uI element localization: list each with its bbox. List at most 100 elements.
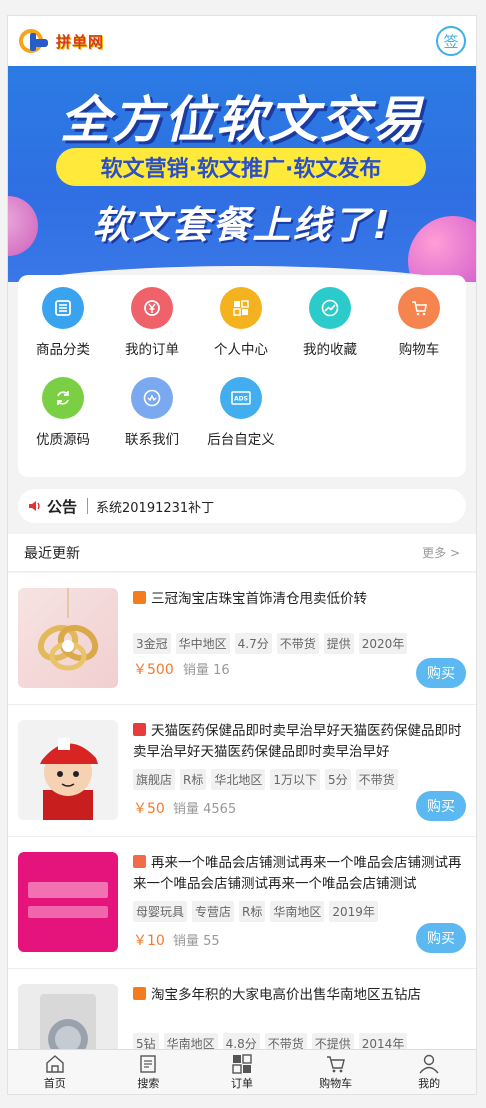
menu-item-favorites[interactable]: 我的收藏: [285, 287, 375, 358]
menu-item-admin[interactable]: ADS 后台自定义: [196, 377, 286, 448]
recent-title: 最近更新: [24, 545, 80, 562]
menu-label: 我的收藏: [303, 342, 357, 358]
notice-divider: [87, 498, 89, 514]
sign-in-button[interactable]: 签: [436, 26, 466, 56]
product-image: [18, 852, 118, 952]
item-sales: 销量 16: [183, 663, 230, 678]
app-screen: 拼单网 签 全方位软文交易 软文营销·软文推广·软文发布 软文套餐上线了! 商品…: [7, 15, 477, 1095]
banner-headline: 全方位软文交易: [60, 91, 424, 149]
product-list: 三冠淘宝店珠宝首饰清仓甩卖低价转 3金冠 华中地区 4.7分 不带货 提供 20…: [8, 573, 476, 1094]
menu-label: 联系我们: [125, 432, 179, 448]
tag: 专营店: [192, 901, 235, 922]
chat-icon: [131, 377, 173, 419]
tab-label: 首页: [43, 1076, 66, 1090]
tmall-icon: [133, 723, 146, 736]
menu-label: 购物车: [398, 342, 440, 358]
svg-text:ADS: ADS: [234, 396, 248, 403]
vip-icon: [133, 855, 146, 868]
tag: 2020年: [358, 633, 408, 654]
notice-text[interactable]: 系统20191231补丁: [96, 497, 214, 516]
tag: 4.7分: [234, 633, 272, 654]
menu-label: 优质源码: [36, 432, 90, 448]
tag: 华南地区: [270, 901, 325, 922]
tab-label: 我的: [418, 1076, 441, 1090]
menu-label: 商品分类: [36, 342, 90, 358]
tag: 2019年: [329, 901, 378, 922]
tag: 3金冠: [133, 633, 171, 654]
item-title[interactable]: 淘宝多年积的大家电高价出售华南地区五钻店: [133, 985, 466, 1006]
tag: R标: [180, 769, 207, 790]
menu-label: 后台自定义: [207, 432, 275, 448]
tab-label: 订单: [230, 1076, 253, 1090]
tag: 母婴玩具: [133, 901, 188, 922]
notice-title: 公告: [47, 497, 78, 516]
list-item[interactable]: 天猫医药保健品即时卖早治早好天猫医药保健品即时卖早治早好天猫医药保健品即时卖早治…: [8, 705, 476, 837]
tag: 不带货: [355, 769, 398, 790]
bottom-tab-bar: 首页 搜索 订单 购物车 我的: [8, 1049, 476, 1094]
tag: 提供: [323, 633, 354, 654]
cart-icon: [398, 287, 440, 329]
tag: 华北地区: [211, 769, 266, 790]
banner-subline: 软文套餐上线了!: [92, 203, 392, 247]
taobao-icon: [133, 591, 146, 604]
refresh-icon: [42, 377, 84, 419]
item-title[interactable]: 再来一个唯品会店铺测试再来一个唯品会店铺测试再来一个唯品会店铺测试再来一个唯品会…: [133, 853, 466, 895]
home-icon: [46, 1054, 64, 1073]
menu-item-orders[interactable]: 我的订单: [107, 287, 197, 358]
product-image: [18, 588, 118, 688]
menu-item-cart[interactable]: 购物车: [374, 287, 464, 358]
yen-icon: [131, 287, 173, 329]
taobao-icon: [133, 987, 146, 1000]
menu-label: 我的订单: [125, 342, 179, 358]
tag: 不带货: [276, 633, 319, 654]
logo-text: 拼单网: [56, 32, 105, 51]
item-sales: 销量 4565: [173, 802, 237, 817]
tag: 旗舰店: [133, 769, 176, 790]
menu-item-source[interactable]: 优质源码: [18, 377, 108, 448]
menu-item-profile[interactable]: 个人中心: [196, 287, 286, 358]
speaker-icon: [29, 501, 40, 511]
item-title-text: 三冠淘宝店珠宝首饰清仓甩卖低价转: [151, 591, 367, 607]
tab-mine[interactable]: 我的: [382, 1050, 476, 1094]
item-sales: 销量 55: [173, 934, 220, 949]
grid-icon: [232, 1053, 252, 1074]
more-link[interactable]: 更多 >: [422, 544, 460, 561]
ad-icon: ADS: [220, 377, 262, 419]
tab-search[interactable]: 搜索: [102, 1050, 196, 1094]
promo-banner[interactable]: 全方位软文交易 软文营销·软文推广·软文发布 软文套餐上线了!: [8, 66, 476, 282]
item-tags: 3金冠 华中地区 4.7分 不带货 提供 2020年: [133, 633, 466, 654]
notice-bar[interactable]: 公告 系统20191231补丁: [18, 489, 466, 523]
item-title[interactable]: 三冠淘宝店珠宝首饰清仓甩卖低价转: [133, 589, 466, 610]
item-title-text: 再来一个唯品会店铺测试再来一个唯品会店铺测试再来一个唯品会店铺测试再来一个唯品会…: [133, 855, 462, 892]
item-title[interactable]: 天猫医药保健品即时卖早治早好天猫医药保健品即时卖早治早好天猫医药保健品即时卖早治…: [133, 721, 466, 763]
tag: R标: [239, 901, 266, 922]
item-tags: 旗舰店 R标 华北地区 1万以下 5分 不带货: [133, 769, 466, 790]
list-item[interactable]: 三冠淘宝店珠宝首饰清仓甩卖低价转 3金冠 华中地区 4.7分 不带货 提供 20…: [8, 573, 476, 705]
buy-button[interactable]: 购买: [416, 658, 466, 688]
doc-icon: [140, 1054, 157, 1073]
tag: 5分: [325, 769, 351, 790]
item-tags: 母婴玩具 专营店 R标 华南地区 2019年: [133, 901, 466, 922]
recent-header: 最近更新 更多 >: [8, 534, 476, 572]
top-bar: 拼单网 签: [8, 16, 476, 66]
grid-icon: [220, 287, 262, 329]
item-title-text: 天猫医药保健品即时卖早治早好天猫医药保健品即时卖早治早好天猫医药保健品即时卖早治…: [133, 723, 462, 760]
tag: 华中地区: [175, 633, 230, 654]
tab-label: 购物车: [319, 1076, 353, 1090]
buy-button[interactable]: 购买: [416, 791, 466, 821]
site-logo[interactable]: 拼单网: [18, 27, 104, 55]
tab-orders[interactable]: 订单: [195, 1050, 289, 1094]
item-title-text: 淘宝多年积的大家电高价出售华南地区五钻店: [151, 987, 421, 1003]
buy-button[interactable]: 购买: [416, 923, 466, 953]
menu-item-contact[interactable]: 联系我们: [107, 377, 197, 448]
tab-home[interactable]: 首页: [8, 1050, 102, 1094]
trend-icon: [309, 287, 351, 329]
user-icon: [419, 1054, 439, 1073]
menu-label: 个人中心: [214, 342, 268, 358]
tag: 1万以下: [270, 769, 321, 790]
list-item[interactable]: 再来一个唯品会店铺测试再来一个唯品会店铺测试再来一个唯品会店铺测试再来一个唯品会…: [8, 837, 476, 969]
menu-item-category[interactable]: 商品分类: [18, 287, 108, 358]
cart-icon: [326, 1055, 345, 1072]
tab-cart[interactable]: 购物车: [289, 1050, 383, 1094]
item-price: ￥500: [133, 662, 174, 678]
